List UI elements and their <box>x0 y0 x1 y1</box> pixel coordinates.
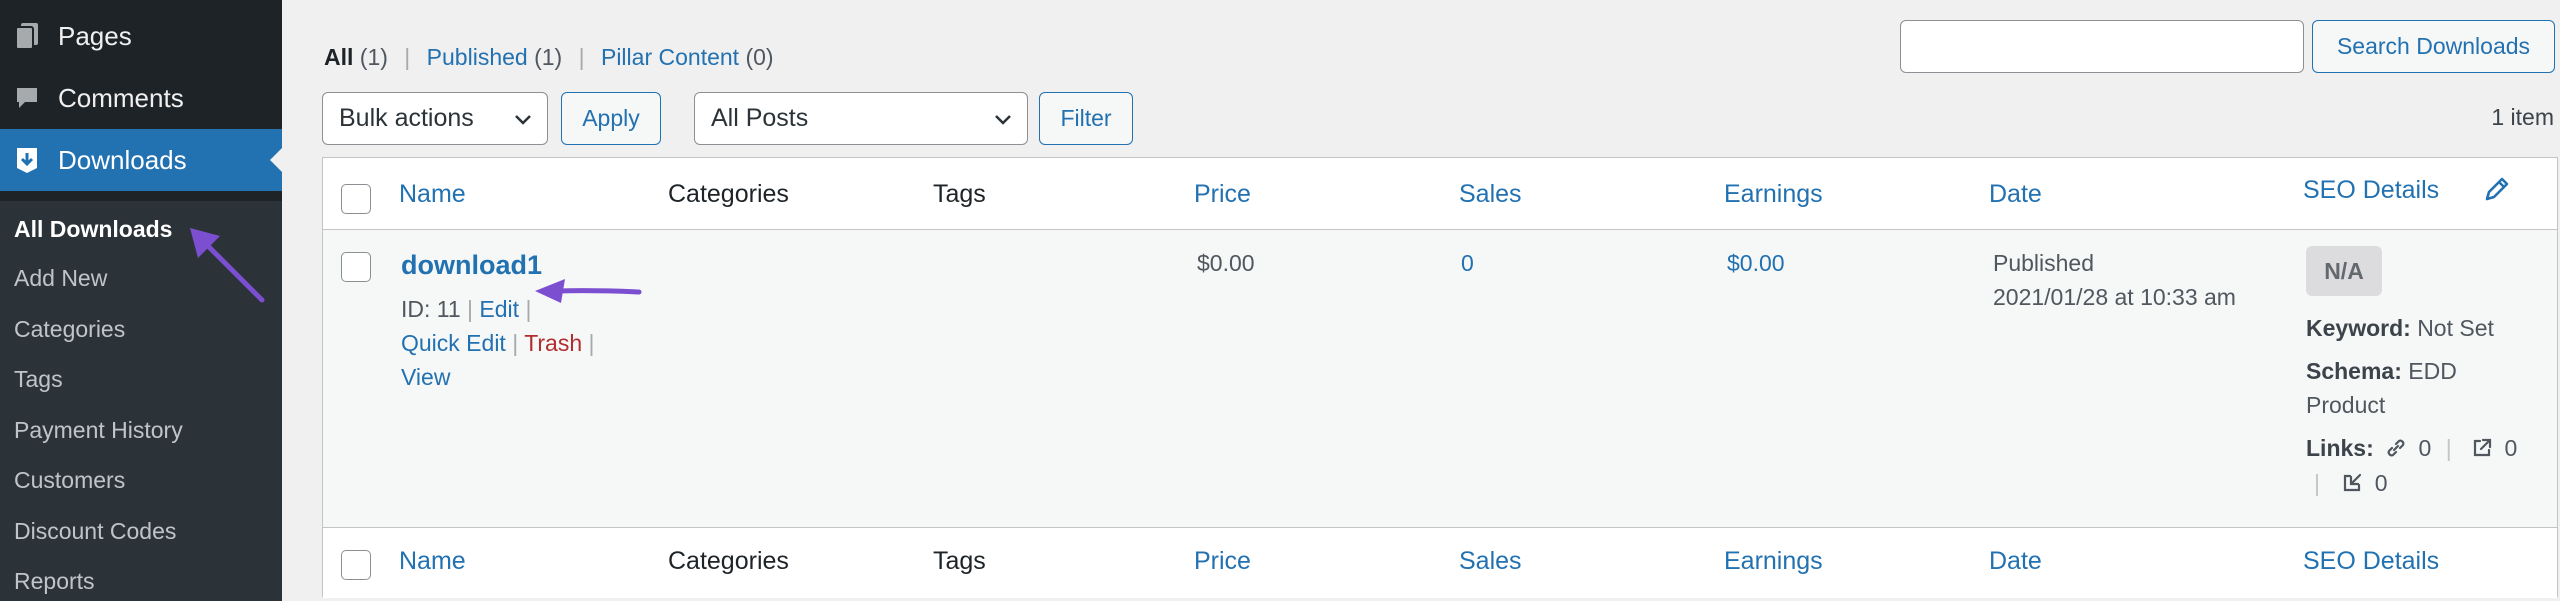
row-checkbox[interactable] <box>341 252 371 282</box>
items-count: 1 item <box>2491 104 2554 130</box>
select-all-checkbox[interactable] <box>341 184 371 214</box>
column-earnings[interactable]: Earnings <box>1724 180 1823 209</box>
seo-score-badge: N/A <box>2306 246 2382 296</box>
column-tags-footer: Tags <box>933 547 986 575</box>
table-footer: Name Categories Tags Price Sales Earning… <box>323 528 2557 598</box>
submenu-customers[interactable]: Customers <box>14 467 125 494</box>
column-date-footer[interactable]: Date <box>1989 547 2042 576</box>
incoming-link-icon <box>2344 473 2362 492</box>
downloads-icon <box>12 145 42 175</box>
seo-keyword-value: Not Set <box>2417 315 2494 341</box>
sales-value[interactable]: 0 <box>1461 250 1474 277</box>
seo-schema: Schema: EDD <box>2306 358 2457 385</box>
view-published[interactable]: Published <box>427 44 528 70</box>
view-all[interactable]: All <box>324 44 353 70</box>
menu-comments-label: Comments <box>58 82 184 113</box>
annotation-arrow-icon <box>535 279 642 303</box>
submenu-categories[interactable]: Categories <box>14 316 125 343</box>
filter-button[interactable]: Filter <box>1039 92 1133 145</box>
row-action-separator: | <box>525 296 532 322</box>
post-filter-select[interactable]: All Posts <box>694 92 1028 145</box>
select-all-checkbox-footer[interactable] <box>341 550 371 580</box>
seo-schema-cont: Product <box>2306 392 2386 418</box>
row-actions: ID: 11 | Edit | Quick Edit | Trash | Vie… <box>401 292 621 394</box>
view-pillar-count: (0) <box>745 44 774 70</box>
row-action-separator: | <box>588 330 595 356</box>
column-price-footer[interactable]: Price <box>1194 547 1251 576</box>
chevron-down-icon <box>515 115 531 125</box>
column-name-footer[interactable]: Name <box>399 547 466 576</box>
search-downloads-button[interactable]: Search Downloads <box>2312 20 2555 73</box>
column-tags: Tags <box>933 180 986 208</box>
menu-pages-label: Pages <box>58 20 132 51</box>
column-categories-footer: Categories <box>668 547 789 575</box>
date-value: 2021/01/28 at 10:33 am <box>1993 284 2236 310</box>
trash-link[interactable]: Trash <box>524 330 582 356</box>
row-action-separator: | <box>467 296 474 322</box>
seo-incoming: | 0 <box>2306 470 2388 497</box>
comments-icon <box>12 83 42 113</box>
earnings-value[interactable]: $0.00 <box>1727 250 1785 277</box>
edit-pencil-icon[interactable] <box>2483 175 2511 203</box>
seo-links-label: Links: <box>2306 435 2374 461</box>
column-name[interactable]: Name <box>399 180 466 209</box>
seo-keyword-label: Keyword: <box>2306 315 2411 341</box>
view-link[interactable]: View <box>401 364 450 390</box>
internal-link-icon <box>2387 439 2405 457</box>
submenu-discount-codes[interactable]: Discount Codes <box>14 518 176 545</box>
table-row: download1 ID: 11 | Edit | Quick Edit | T… <box>323 230 2557 528</box>
annotation-arrow-icon <box>190 228 265 303</box>
row-id: ID: 11 <box>401 296 461 322</box>
view-separator: | <box>578 44 585 70</box>
row-action-separator: | <box>512 330 519 356</box>
column-categories: Categories <box>668 180 789 208</box>
chevron-down-icon <box>995 115 1011 125</box>
seo-incoming-count: 0 <box>2374 470 2388 496</box>
menu-comments[interactable]: Comments <box>0 67 282 129</box>
seo-internal-count: 0 <box>2418 435 2432 461</box>
downloads-table: Name Categories Tags Price Sales Earning… <box>322 157 2558 598</box>
apply-button[interactable]: Apply <box>561 92 661 145</box>
seo-links: Links: 0 | 0 <box>2306 435 2517 462</box>
column-seo-details[interactable]: SEO Details <box>2303 176 2439 205</box>
edit-link[interactable]: Edit <box>479 296 519 322</box>
column-price[interactable]: Price <box>1194 180 1251 209</box>
search-input[interactable] <box>1900 20 2304 73</box>
seo-keyword: Keyword: Not Set <box>2306 315 2494 342</box>
seo-links-separator: | <box>2445 435 2452 461</box>
date-status: Published <box>1993 250 2095 276</box>
submenu-payment-history[interactable]: Payment History <box>14 417 183 444</box>
seo-external-count: 0 <box>2504 435 2518 461</box>
menu-downloads[interactable]: Downloads <box>0 129 282 191</box>
column-sales[interactable]: Sales <box>1459 180 1522 209</box>
bulk-actions-value: Bulk actions <box>339 104 474 132</box>
menu-pages[interactable]: Pages <box>0 5 282 67</box>
price-value: $0.00 <box>1197 250 1255 276</box>
quick-edit-link[interactable]: Quick Edit <box>401 330 506 356</box>
bulk-actions-select[interactable]: Bulk actions <box>322 92 548 145</box>
table-header: Name Categories Tags Price Sales Earning… <box>323 158 2557 230</box>
column-date[interactable]: Date <box>1989 180 2042 209</box>
column-seo-details-footer[interactable]: SEO Details <box>2303 547 2439 576</box>
download-title-link[interactable]: download1 <box>401 250 542 281</box>
submenu-reports[interactable]: Reports <box>14 568 95 595</box>
column-sales-footer[interactable]: Sales <box>1459 547 1522 576</box>
menu-downloads-label: Downloads <box>58 144 187 175</box>
seo-links-separator: | <box>2314 470 2320 496</box>
post-filter-value: All Posts <box>711 104 809 132</box>
submenu-add-new[interactable]: Add New <box>14 265 107 292</box>
submenu-tags[interactable]: Tags <box>14 366 63 393</box>
view-published-count: (1) <box>534 44 563 70</box>
view-pillar-content[interactable]: Pillar Content <box>601 44 739 70</box>
pages-icon <box>12 21 42 51</box>
seo-schema-label: Schema: <box>2306 358 2402 384</box>
view-all-count: (1) <box>359 44 388 70</box>
seo-schema-value: EDD <box>2408 358 2457 384</box>
column-earnings-footer[interactable]: Earnings <box>1724 547 1823 576</box>
view-separator: | <box>404 44 411 70</box>
submenu-all-downloads[interactable]: All Downloads <box>14 216 172 243</box>
main-content: All (1) | Published (1) | Pillar Content… <box>282 0 2560 601</box>
external-link-icon <box>2473 438 2492 457</box>
view-filters: All (1) | Published (1) | Pillar Content… <box>324 44 774 71</box>
